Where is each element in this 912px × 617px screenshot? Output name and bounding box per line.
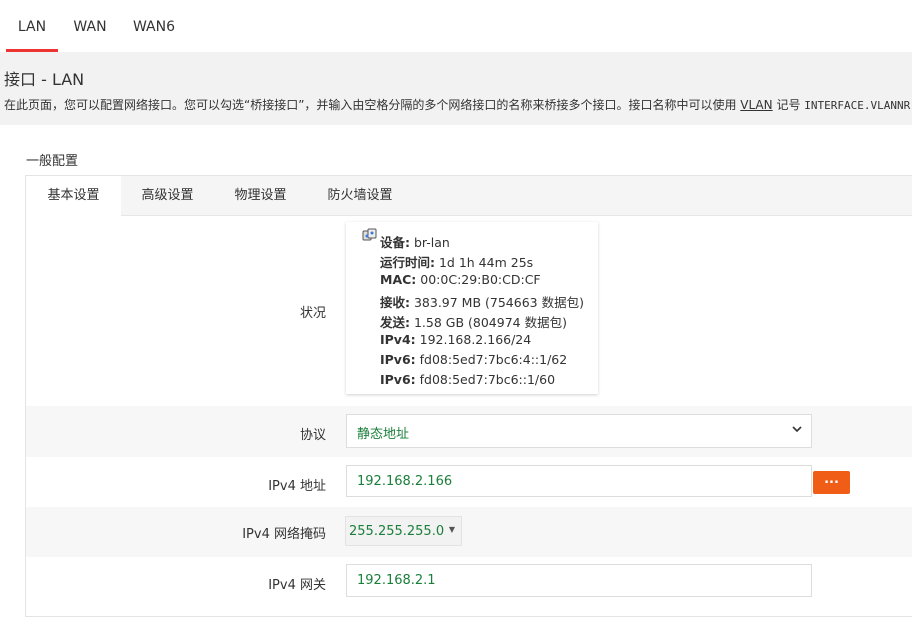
ipv4-gateway-value: 192.168.2.1 (357, 573, 436, 588)
ipv4-gateway-input[interactable]: 192.168.2.1 (346, 564, 812, 597)
page-title: 接口 - LAN (4, 70, 85, 89)
status-label: 状况 (299, 306, 326, 321)
ipv4-netmask-select[interactable]: 255.255.255.0 ▼ (345, 516, 462, 546)
sub-tab-bar: 基本设置 高级设置 物理设置 防火墙设置 (26, 176, 912, 216)
page-description-text-2: 记号 (772, 98, 805, 112)
network-device-icon (362, 228, 377, 241)
ipv4-address-value: 192.168.2.166 (357, 474, 453, 489)
status-device: 设备: br-lan (380, 235, 450, 250)
tab-lan[interactable]: LAN (6, 0, 58, 52)
tab-physical-settings[interactable]: 物理设置 (214, 176, 307, 215)
ipv4-netmask-label: IPv4 网络掩码 (242, 527, 326, 542)
top-tab-bar: LAN WAN WAN6 (0, 0, 912, 52)
page-header (0, 52, 912, 125)
ipv4-address-row: IPv4 地址 192.168.2.166 ... (26, 457, 912, 507)
vlan-link[interactable]: VLAN (740, 98, 772, 112)
section-title: 一般配置 (26, 154, 79, 169)
status-rx: 接收: 383.97 MB (754663 数据包) (380, 295, 584, 310)
status-ipv4: IPv4: 192.168.2.166/24 (380, 332, 532, 347)
status-mac: MAC: 00:0C:29:B0:CD:CF (380, 272, 541, 287)
status-tx: 发送: 1.58 GB (804974 数据包) (380, 315, 567, 330)
ipv4-gateway-row: IPv4 网关 192.168.2.1 (26, 557, 912, 616)
tab-advanced-settings[interactable]: 高级设置 (121, 176, 214, 215)
page-description: 在此页面，您可以配置网络接口。您可以勾选“桥接接口”，并输入由空格分隔的多个网络… (4, 96, 910, 113)
tab-wan[interactable]: WAN (64, 0, 116, 52)
ipv4-address-input[interactable]: 192.168.2.166 (346, 465, 812, 497)
settings-panel: 基本设置 高级设置 物理设置 防火墙设置 状况 设备: br-lan 运行时间:… (25, 175, 912, 617)
ipv4-netmask-value: 255.255.255.0 (349, 524, 445, 539)
protocol-label: 协议 (299, 428, 326, 443)
tab-firewall-settings[interactable]: 防火墙设置 (307, 176, 413, 215)
protocol-select[interactable]: 静态地址 (346, 414, 812, 448)
chevron-down-icon (792, 426, 802, 433)
tab-basic-settings[interactable]: 基本设置 (26, 176, 121, 216)
vlan-notation: INTERFACE.VLANNR (804, 99, 911, 112)
protocol-value: 静态地址 (357, 427, 410, 442)
ipv4-address-label: IPv4 地址 (268, 479, 326, 494)
add-address-button[interactable]: ... (813, 471, 850, 494)
ipv4-netmask-row: IPv4 网络掩码 255.255.255.0 ▼ (26, 507, 912, 557)
ipv4-gateway-label: IPv4 网关 (268, 578, 326, 593)
status-ipv6-1: IPv6: fd08:5ed7:7bc6:4::1/62 (380, 352, 568, 367)
status-uptime: 运行时间: 1d 1h 44m 25s (380, 255, 534, 270)
status-card: 设备: br-lan 运行时间: 1d 1h 44m 25s MAC: 00:0… (346, 222, 598, 394)
status-ipv6-2: IPv6: fd08:5ed7:7bc6::1/60 (380, 372, 556, 387)
dropdown-arrow-icon: ▼ (448, 525, 455, 534)
page-description-text: 在此页面，您可以配置网络接口。您可以勾选“桥接接口”，并输入由空格分隔的多个网络… (4, 98, 741, 112)
tab-wan6[interactable]: WAN6 (124, 0, 184, 52)
protocol-row: 协议 静态地址 (26, 406, 912, 457)
